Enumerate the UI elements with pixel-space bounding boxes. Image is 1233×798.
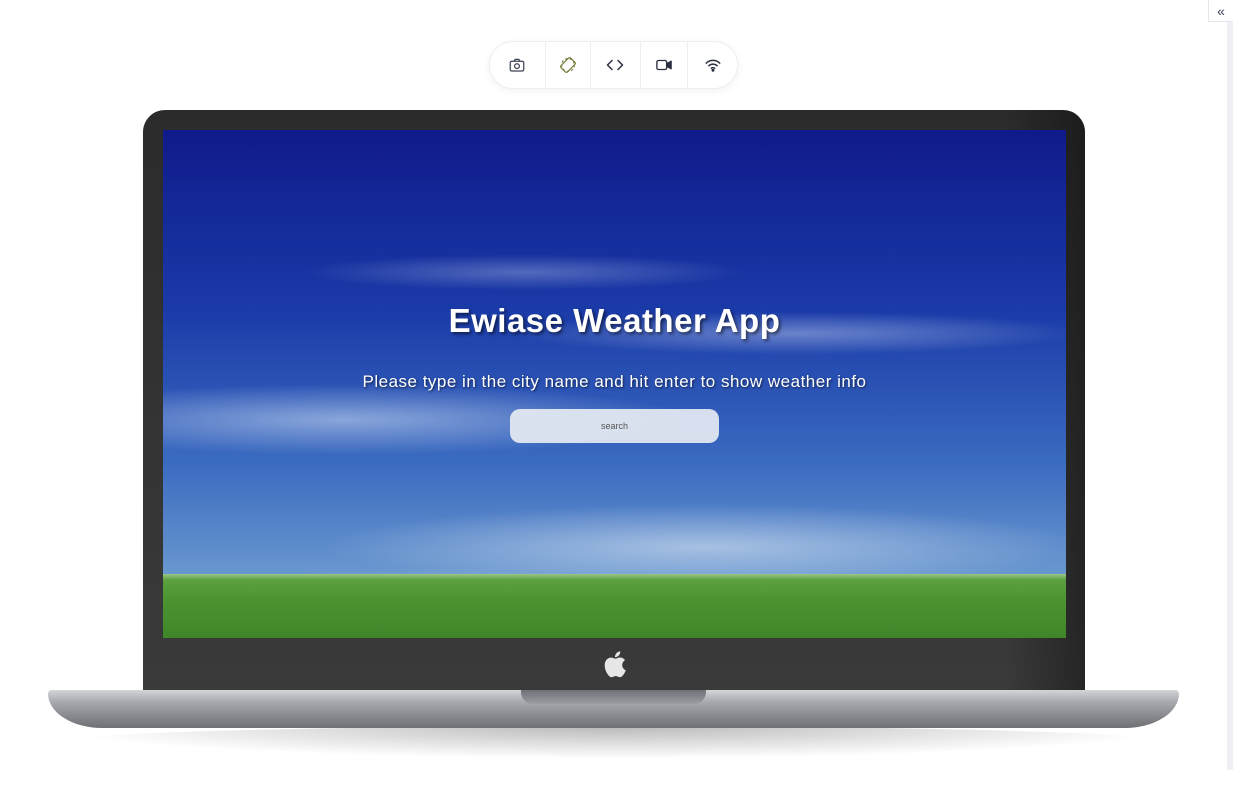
network-button[interactable] bbox=[688, 42, 737, 88]
app-title: Ewiase Weather App bbox=[448, 302, 781, 339]
apple-logo-icon bbox=[604, 651, 626, 678]
device-preview-stage: « Ewiase Weather App Please type in the … bbox=[0, 0, 1233, 798]
collapse-panel-button[interactable]: « bbox=[1208, 0, 1233, 22]
camera-icon bbox=[509, 58, 525, 72]
rotate-icon bbox=[559, 57, 576, 73]
rotate-button[interactable] bbox=[546, 42, 592, 88]
app-subtitle: Please type in the city name and hit ent… bbox=[362, 372, 867, 391]
laptop-shadow bbox=[60, 726, 1170, 758]
preview-toolbar bbox=[489, 41, 738, 89]
side-panel-scrollbar[interactable] bbox=[1227, 22, 1233, 770]
code-button[interactable] bbox=[591, 42, 641, 88]
double-chevron-left-icon: « bbox=[1217, 2, 1225, 19]
code-icon bbox=[607, 59, 624, 71]
screenshot-button[interactable] bbox=[490, 42, 546, 88]
grass-background bbox=[163, 574, 1066, 638]
record-button[interactable] bbox=[641, 42, 689, 88]
search-input[interactable] bbox=[510, 409, 719, 443]
laptop-notch bbox=[521, 690, 706, 704]
wifi-icon bbox=[705, 59, 721, 72]
video-icon bbox=[656, 59, 672, 71]
app-screen: Ewiase Weather App Please type in the ci… bbox=[163, 130, 1066, 638]
